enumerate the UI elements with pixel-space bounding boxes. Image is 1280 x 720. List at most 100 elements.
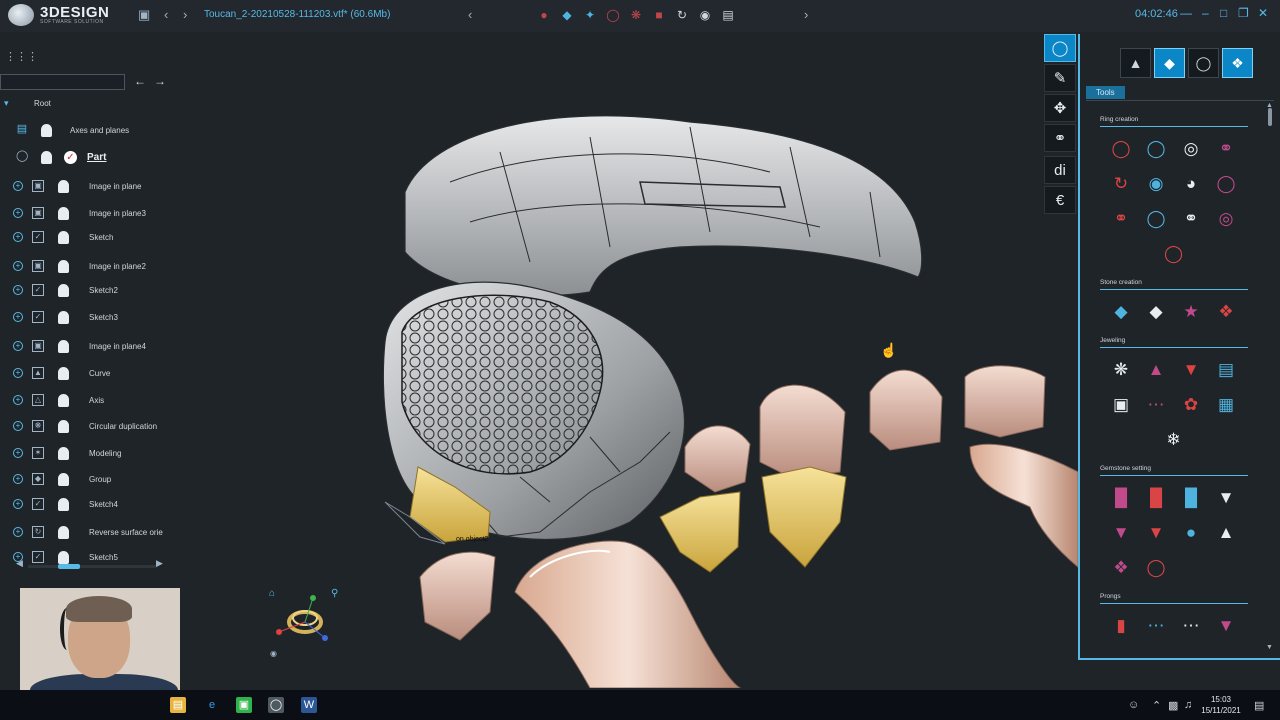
move-gizmo-icon[interactable]: ✥ — [1044, 94, 1076, 122]
visibility-icon[interactable] — [58, 179, 69, 193]
tree-item[interactable]: + ✶ Modeling — [0, 442, 170, 464]
expand-icon[interactable]: + — [13, 368, 23, 378]
rings-group-icon[interactable]: ⚭ — [1044, 124, 1076, 152]
ring-gem-icon[interactable]: ◎ — [1215, 208, 1237, 230]
tree-item[interactable]: + ✓ Sketch — [0, 226, 170, 248]
diamond-group-icon[interactable]: ❖ — [1215, 301, 1237, 323]
ring-oval-icon[interactable]: ◉ — [1145, 173, 1167, 195]
diamond-blue-icon[interactable]: ◆ — [1110, 301, 1132, 323]
setting-ring-icon[interactable]: ◯ — [1145, 557, 1167, 579]
expand-icon[interactable]: + — [13, 181, 23, 191]
restore-icon[interactable]: ❐ — [1238, 6, 1249, 20]
ring-wave-icon[interactable]: ⚭ — [1110, 208, 1132, 230]
tree-item[interactable]: + △ Axis — [0, 389, 170, 411]
collapse-icon[interactable]: ▾ — [4, 98, 9, 109]
tree-item[interactable]: + ✓ Sketch3 — [0, 306, 170, 328]
tray-expand-icon[interactable]: ⌃ — [1152, 699, 1161, 712]
expand-icon[interactable]: + — [13, 499, 23, 509]
shapes-tab-icon[interactable]: ▲ — [1120, 48, 1151, 78]
pen-icon[interactable]: ✎ — [1044, 64, 1076, 92]
tree-item[interactable]: + ▣ Image in plane — [0, 175, 170, 197]
prong-double-icon[interactable]: ⋯ — [1145, 615, 1167, 637]
visibility-icon[interactable] — [58, 339, 69, 353]
jewel-flower-icon[interactable]: ✿ — [1180, 394, 1202, 416]
setting-prong-icon[interactable]: █ — [1110, 487, 1132, 509]
expand-icon[interactable]: + — [13, 232, 23, 242]
toolbar-scroll-right-icon[interactable]: › — [804, 7, 808, 22]
diamond-red-icon[interactable]: ◆ — [1145, 301, 1167, 323]
expand-icon[interactable]: + — [13, 312, 23, 322]
tree-item[interactable]: + ↻ Reverse surface orie — [0, 521, 170, 543]
visibility-icon[interactable] — [58, 310, 69, 324]
scroll-left-icon[interactable]: ◀ — [16, 558, 23, 569]
tree-item[interactable]: + ▣ Image in plane2 — [0, 255, 170, 277]
visibility-icon[interactable] — [58, 472, 69, 486]
volume-icon[interactable]: ♫ — [1184, 699, 1192, 711]
undo-icon[interactable]: ‹ — [164, 7, 168, 22]
expand-icon[interactable]: + — [13, 341, 23, 351]
jewel-cut-icon[interactable]: ▼ — [1180, 359, 1202, 381]
visibility-icon[interactable] — [58, 393, 69, 407]
visibility-icon[interactable] — [58, 497, 69, 511]
tree-horizontal-scrollbar[interactable]: ◀ ▶ — [0, 558, 170, 571]
scroll-up-icon[interactable]: ▲ — [1266, 102, 1273, 109]
help-icon[interactable]: — — [1180, 6, 1192, 20]
setting-trio-icon[interactable]: ● — [1180, 522, 1202, 544]
expand-icon[interactable]: + — [13, 448, 23, 458]
nav-cube-gizmo[interactable]: ⌂ ⚲ ◉ — [265, 584, 345, 658]
store-icon[interactable]: ▣ — [236, 697, 252, 713]
tree-item[interactable]: + ❋ Circular duplication — [0, 415, 170, 437]
expand-icon[interactable]: + — [13, 285, 23, 295]
ring-band-icon[interactable]: ◎ — [1180, 138, 1202, 160]
visibility-icon[interactable] — [58, 525, 69, 539]
ring-icon[interactable]: ◯ — [604, 6, 622, 24]
toolbar-scroll-left-icon[interactable]: ‹ — [468, 7, 472, 22]
visibility-icon[interactable] — [58, 366, 69, 380]
visibility-icon[interactable] — [41, 123, 52, 137]
close-icon[interactable]: ✕ — [1258, 6, 1268, 20]
expand-icon[interactable]: + — [13, 421, 23, 431]
prong-basket-icon[interactable]: ▼ — [1215, 615, 1237, 637]
expand-icon[interactable]: + — [13, 474, 23, 484]
tree-item[interactable]: + ✓ Sketch4 — [0, 493, 170, 515]
setting-claw-icon[interactable]: █ — [1180, 487, 1202, 509]
word-icon[interactable]: W — [301, 697, 317, 713]
setting-cup-icon[interactable]: ▼ — [1215, 487, 1237, 509]
tools-tab[interactable]: Tools — [1086, 86, 1125, 99]
setting-box-icon[interactable]: ▲ — [1215, 522, 1237, 544]
expand-icon[interactable]: + — [13, 527, 23, 537]
plug-icon[interactable]: ● — [535, 6, 553, 24]
ring-bend-icon[interactable]: ⚭ — [1180, 208, 1202, 230]
pave-icon[interactable]: ❋ — [1110, 359, 1132, 381]
panel-scrollbar[interactable] — [1268, 108, 1272, 126]
diamond-tab-icon[interactable]: ◆ — [1154, 48, 1185, 78]
scroll-right-icon[interactable]: ▶ — [156, 558, 163, 569]
diamond-icon[interactable]: ◆ — [558, 6, 576, 24]
minimize-icon[interactable]: – — [1202, 6, 1209, 20]
3design-app-icon[interactable]: ◯ — [268, 697, 284, 713]
visibility-icon[interactable] — [58, 283, 69, 297]
visibility-icon[interactable] — [58, 206, 69, 220]
jewel-grid-icon[interactable]: ▦ — [1215, 394, 1237, 416]
ring-pair-icon[interactable]: ⚭ — [1215, 138, 1237, 160]
diamond-star-icon[interactable]: ★ — [1180, 301, 1202, 323]
ring-circle-icon[interactable]: ◯ — [1145, 208, 1167, 230]
visibility-icon[interactable] — [58, 446, 69, 460]
setting-nail-icon[interactable]: ▼ — [1145, 522, 1167, 544]
di-icon[interactable]: di — [1044, 156, 1076, 184]
redo-icon[interactable]: › — [183, 7, 187, 22]
tree-search-input[interactable] — [0, 74, 125, 90]
document-icon[interactable]: ▤ — [719, 6, 737, 24]
visibility-icon[interactable] — [58, 259, 69, 273]
taskbar-clock[interactable]: 15:03 15/11/2021 — [1200, 694, 1242, 716]
expand-icon[interactable]: + — [13, 261, 23, 271]
ring-solitaire-icon[interactable]: ◯ — [1145, 138, 1167, 160]
network-icon[interactable]: ▩ — [1168, 699, 1178, 712]
tree-item[interactable]: ▤ Axes and planes — [0, 119, 170, 141]
save-icon[interactable]: ▣ — [138, 7, 150, 23]
render-icon[interactable]: ◉ — [696, 6, 714, 24]
setting-halo-icon[interactable]: ❖ — [1110, 557, 1132, 579]
visibility-icon[interactable] — [58, 230, 69, 244]
prong-cluster-icon[interactable]: ⋯ — [1180, 615, 1202, 637]
grid-menu-icon[interactable]: ⋮⋮⋮ — [5, 50, 38, 63]
